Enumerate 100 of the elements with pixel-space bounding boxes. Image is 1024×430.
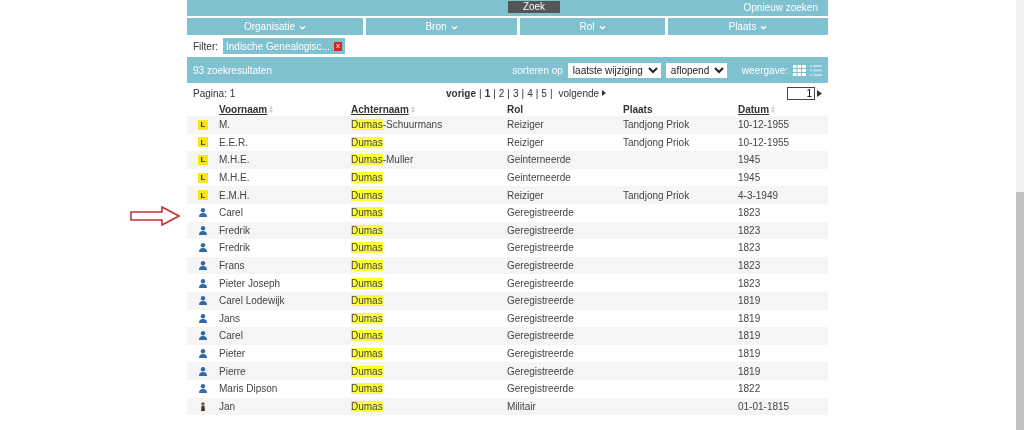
person-icon: [199, 384, 207, 394]
surname-cell-text: Dumas: [351, 136, 384, 148]
caret-icon[interactable]: [602, 90, 607, 96]
date-cell-text: 01-01-1815: [738, 400, 791, 412]
letter-badge: L: [198, 155, 208, 165]
sort-column-link[interactable]: Achternaam: [351, 103, 409, 115]
next-page-link[interactable]: volgende: [558, 87, 607, 99]
sort-icon[interactable]: [410, 105, 415, 113]
letter-badge: L: [198, 137, 208, 148]
next-page-icon[interactable]: [817, 89, 822, 97]
surname-cell-text: Dumas: [351, 260, 384, 272]
first-name-cell-text: Fredrik: [219, 224, 252, 236]
surname-cell-text: Dumas: [351, 224, 384, 236]
first-name-cell-text: Fredrik: [219, 242, 252, 254]
page-link[interactable]: 2: [498, 87, 505, 99]
page-link[interactable]: 3: [512, 87, 519, 99]
first-name-cell-text: E.E.R.: [219, 136, 249, 148]
surname-cell-text: Dumas: [351, 277, 384, 289]
surname-cell-text: Dumas: [351, 207, 384, 219]
role-cell-text: Geregistreerde: [507, 348, 575, 359]
surname-cell-text: Dumas: [351, 400, 384, 412]
letter-badge: L: [198, 172, 208, 183]
role-cell-text: Geregistreerde: [507, 260, 575, 272]
date-cell-text: 4-3-1949: [738, 189, 780, 201]
first-name-cell-text: Jans: [219, 312, 242, 324]
letter-badge: L: [198, 119, 208, 130]
column-header: Rol: [507, 103, 524, 115]
page-separator: |: [521, 87, 525, 99]
date-cell-text: 1945: [738, 172, 762, 184]
letter-badge: L: [198, 190, 208, 201]
surname-cell-text: Dumas: [351, 242, 384, 254]
first-name-cell-text: Pierre: [219, 365, 247, 377]
date-cell-text: 1945: [738, 154, 762, 166]
sort-label: sorteren op: [512, 64, 563, 76]
role-cell-text: Reiziger: [507, 189, 545, 201]
grid-view-icon[interactable]: [793, 64, 806, 76]
date-cell-text: 10-12-1955: [738, 136, 791, 148]
person-icon: [199, 331, 207, 341]
person-icon: [199, 243, 207, 253]
page-number-field[interactable]: 1: [787, 86, 815, 100]
page-link[interactable]: 1: [484, 87, 491, 99]
surname-cell-text: Dumas: [351, 189, 384, 201]
role-cell-text: Geregistreerde: [507, 295, 575, 307]
person-icon: [199, 208, 207, 218]
remove-filter-button[interactable]: x: [333, 41, 342, 51]
date-cell-text: 1819: [738, 295, 762, 307]
role-cell-text: Reiziger: [507, 119, 545, 131]
sort-column-link[interactable]: Voornaam: [219, 103, 268, 115]
first-name-cell-text: E.M.H.: [219, 189, 251, 201]
first-name-cell-text: Frans: [219, 260, 246, 272]
person-icon: [199, 225, 207, 235]
role-cell-text: Geregistreerde: [507, 224, 575, 236]
surname-cell-text: Dumas: [351, 330, 384, 342]
previous-page-link[interactable]: vorige: [446, 87, 476, 99]
column-header: Plaats: [623, 103, 653, 115]
pointer-arrow-icon: [130, 206, 180, 226]
date-cell-text: 1823: [738, 242, 762, 254]
figure-icon: [200, 401, 206, 411]
date-cell-text: 1823: [738, 224, 762, 236]
role-cell-text: Geregistreerde: [507, 207, 575, 219]
page-separator: |: [493, 87, 496, 99]
filter-tag-text: Indische Genealogisc...: [226, 40, 330, 52]
date-cell-text: 1822: [738, 383, 762, 395]
date-cell-text: 1819: [738, 365, 762, 377]
page-link[interactable]: 4: [527, 87, 533, 99]
page-link[interactable]: 5: [541, 87, 547, 99]
role-cell-text: Geregistreerde: [507, 277, 575, 289]
sort-column-link[interactable]: Datum: [738, 103, 770, 115]
date-cell-text: 1819: [738, 348, 762, 359]
page-separator: |: [479, 87, 482, 99]
page-label: Pagina: 1: [193, 87, 237, 99]
first-name-cell-text: Maris Dipson: [219, 383, 279, 395]
first-name-cell-text: M.H.E.: [219, 154, 251, 166]
sort-order-select[interactable]: aflopend: [665, 62, 727, 78]
page-separator: |: [535, 87, 539, 99]
list-view-icon[interactable]: [810, 64, 822, 76]
first-name-cell-text: Jan: [219, 400, 237, 412]
search-button[interactable]: Zoek: [508, 1, 560, 13]
place-cell-text: Tandjong Priok: [623, 189, 691, 201]
first-name-cell-text: Carel: [219, 207, 244, 219]
role-cell-text: Geregistreerde: [507, 365, 575, 377]
date-cell-text: 1823: [738, 207, 762, 219]
sort-icon[interactable]: [269, 105, 274, 113]
first-name-cell-text: Carel Lodewijk: [219, 295, 286, 307]
role-cell-text: Geregistreerde: [507, 312, 575, 324]
date-cell-text: 10-12-1955: [738, 119, 791, 131]
person-icon: [199, 296, 207, 306]
person-icon: [199, 261, 207, 271]
scrollbar-thumb[interactable]: [1016, 192, 1024, 430]
surname-cell-text: Dumas: [351, 365, 384, 377]
surname-cell-text: Dumas: [351, 348, 384, 359]
page-separator: |: [549, 87, 553, 99]
role-cell-text: Geregistreerde: [507, 330, 575, 342]
first-name-cell-text: Carel: [219, 330, 244, 342]
sort-field-select[interactable]: laatste wijziging: [567, 62, 661, 78]
surname-cell-text: Dumas: [351, 172, 384, 184]
page-separator: |: [507, 87, 510, 99]
surname-cell-text: Dumas: [351, 383, 384, 395]
date-cell-text: 1823: [738, 277, 762, 289]
sort-icon[interactable]: [771, 105, 776, 113]
